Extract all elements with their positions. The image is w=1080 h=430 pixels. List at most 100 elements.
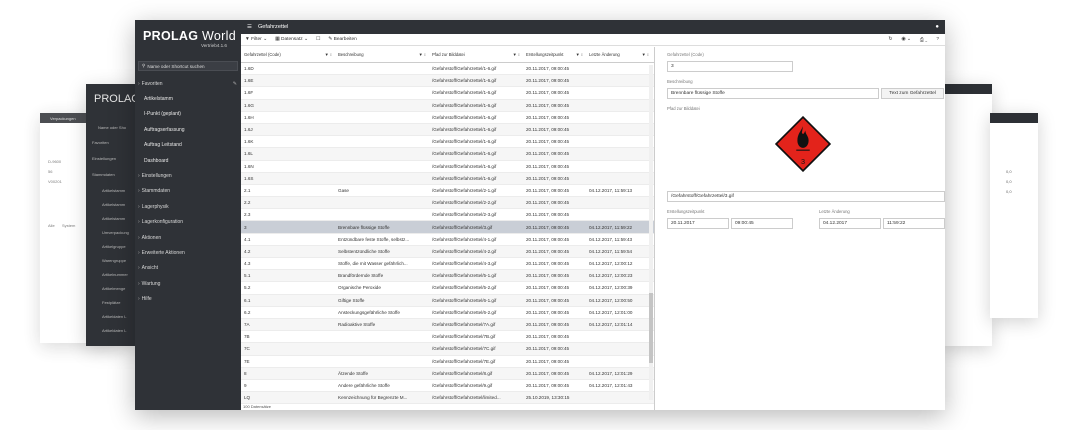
- table-row[interactable]: 4.1 Entzündbare feste Stoffe, selbstz... /…: [241, 234, 654, 246]
- created-time-field[interactable]: 09:00:45: [731, 218, 793, 229]
- table-row[interactable]: 1.6G/Gefahrstoff/Gefahrzettel/1-6.gif 20.…: [241, 99, 654, 112]
- app-version: Vertrieb4.1.6: [200, 43, 227, 48]
- table-row[interactable]: 4.2 Selbstentzündliche Stoffe/Gefahrstoff…: [241, 245, 654, 258]
- table-cell: 2.1: [244, 187, 251, 193]
- sidebar-item[interactable]: › Favoriten ✎: [135, 76, 241, 91]
- sidebar-item[interactable]: I-Punkt (geplant): [135, 107, 241, 122]
- checkbox-icon[interactable]: ☐: [316, 37, 320, 42]
- table-row[interactable]: 7B/Gefahrstoff/Gefahrzettel/7B.gif 20.11.…: [241, 331, 654, 344]
- sidebar-item[interactable]: Auftrag Leitstand: [135, 138, 241, 153]
- table-row[interactable]: 2.1 Gase/Gefahrstoff/Gefahrzettel/2-1.gif…: [241, 185, 654, 198]
- table-row[interactable]: 1.6J/Gefahrstoff/Gefahrzettel/1-6.gif 20.…: [241, 123, 654, 137]
- column-header[interactable]: Pfad zur Bilddatei ▼ ↕: [429, 47, 523, 62]
- app-logo: PROLAG World: [143, 29, 236, 43]
- table-row[interactable]: 8 Ätzende Stoffe/Gefahrstoff/Gefahrzettel…: [241, 367, 654, 380]
- edit-icon[interactable]: ✎: [233, 81, 237, 87]
- refresh-icon[interactable]: ↻: [888, 37, 892, 43]
- table-row[interactable]: 1.6E/Gefahrstoff/Gefahrzettel/1-6.gif 20.…: [241, 75, 654, 88]
- table-cell: Brennbare flüssige Stoffe: [338, 224, 390, 230]
- sidebar-item[interactable]: Dashboard: [135, 153, 241, 168]
- table-cell: /Gefahrstoff/Gefahrzettel/2-3.gif: [432, 212, 497, 218]
- sidebar-item[interactable]: › Einstellungen: [135, 168, 241, 183]
- scrollbar-thumb[interactable]: [649, 293, 653, 363]
- table-row[interactable]: 1.6D/Gefahrstoff/Gefahrzettel/1-6.gif 20.…: [241, 63, 654, 76]
- table-row[interactable]: 3 Brennbare flüssige Stoffe/Gefahrstoff/G…: [241, 221, 654, 234]
- table-row[interactable]: 6.1 Giftige Stoffe/Gefahrstoff/Gefahrzett…: [241, 294, 654, 307]
- filter-sort-icon[interactable]: ▼ ↕: [419, 52, 426, 57]
- sidebar-item[interactable]: › Ansicht: [135, 261, 241, 276]
- description-field[interactable]: Brennbare flüssige Stoffe: [667, 88, 879, 99]
- sidebar-item[interactable]: › Aktionen: [135, 230, 241, 245]
- background-window-title: Verpackungen: [50, 116, 76, 121]
- table-cell: /Gefahrstoff/Gefahrzettel/1-6.gif: [432, 175, 497, 181]
- table-row[interactable]: 1.6S/Gefahrstoff/Gefahrzettel/1-6.gif 20.…: [241, 172, 654, 185]
- sidebar-item[interactable]: › Lagerkonfiguration: [135, 215, 241, 230]
- sidebar-item[interactable]: › Lagerphysik: [135, 199, 241, 214]
- table-row[interactable]: 4.3 Stoffe, die mit Wasser gefährlich... /…: [241, 258, 654, 271]
- column-header[interactable]: Beschreibung ▼ ↕: [335, 47, 429, 62]
- table-cell: [335, 87, 429, 98]
- filter-sort-icon[interactable]: ▼ ↕: [513, 52, 520, 57]
- bearbeiten-button[interactable]: ✎ Bearbeiten: [328, 37, 357, 42]
- table-row[interactable]: 5.1 Brandfördernde Stoffe/Gefahrstoff/Gef…: [241, 270, 654, 283]
- column-header-label: Erstellungszeitpunkt: [526, 52, 564, 57]
- table-cell: /Gefahrstoff/Gefahrzettel/6-2.gif: [432, 309, 497, 315]
- sidebar-item-label: Aktionen: [141, 234, 162, 241]
- sidebar-item-label: Stammdaten: [141, 188, 171, 195]
- sidebar-item[interactable]: › Stammdaten: [135, 184, 241, 199]
- sidebar-item-label: Wartung: [141, 280, 161, 287]
- sidebar-item[interactable]: Artikelstamm: [135, 91, 241, 106]
- table-row[interactable]: 2.2/Gefahrstoff/Gefahrzettel/2-2.gif 20.1…: [241, 197, 654, 210]
- logo-bold: PROLAG: [143, 29, 199, 43]
- table-row[interactable]: 1.6L/Gefahrstoff/Gefahrzettel/1-6.gif 20.…: [241, 148, 654, 161]
- table-cell: 1.6K: [244, 139, 254, 145]
- table-cell: 3: [244, 224, 247, 230]
- print-icon[interactable]: ⎙ ⌄: [920, 37, 927, 43]
- flame-base: [796, 149, 810, 151]
- filter-sort-icon[interactable]: ▼ ↕: [576, 52, 583, 57]
- datensatz-button[interactable]: ▦ Datensatz ⌄: [275, 37, 308, 42]
- table-cell: 1.6J: [244, 127, 253, 133]
- sidebar-item[interactable]: › Hilfe: [135, 291, 241, 306]
- table-cell: 04.12.2017, 12:01:29: [589, 370, 633, 376]
- changed-date-field[interactable]: 04.12.2017: [819, 218, 881, 229]
- table-row[interactable]: 9 Andere gefährliche Stoffe/Gefahrstoff/G…: [241, 380, 654, 393]
- table-row[interactable]: LQ Kennzeichnung für Begrenzte M... /Gefah…: [241, 392, 654, 405]
- view-icon[interactable]: ◉ ⌄: [901, 37, 911, 43]
- code-field[interactable]: 3: [667, 61, 793, 72]
- column-header-label: Letzte Änderung: [589, 52, 620, 57]
- column-header[interactable]: Gefahrzettel (Code) ▼ ↕: [241, 47, 335, 62]
- help-icon[interactable]: ?: [936, 37, 939, 43]
- filter-sort-icon[interactable]: ▼ ↕: [325, 52, 332, 57]
- table-row[interactable]: 1.6F/Gefahrstoff/Gefahrzettel/1-6.gif 20.…: [241, 87, 654, 100]
- table-row[interactable]: 5.2 Organische Peroxide/Gefahrstoff/Gefah…: [241, 282, 654, 295]
- table-row[interactable]: 1.6H/Gefahrstoff/Gefahrzettel/1-6.gif 20.…: [241, 112, 654, 124]
- filter-button[interactable]: ▼ Filter ⌄: [245, 37, 267, 42]
- data-grid: Gefahrzettel (Code) ▼ ↕ Beschreibung ▼ ↕ P…: [241, 47, 655, 410]
- grid-scrollbar[interactable]: [649, 65, 653, 400]
- table-row[interactable]: 7A Radioaktive Stoffe/Gefahrstoff/Gefahrz…: [241, 318, 654, 332]
- text-zum-gefahrzettel-button[interactable]: Text zum Gefahrzettel: [881, 88, 944, 99]
- menu-icon[interactable]: ☰: [247, 24, 252, 30]
- created-date-field[interactable]: 20.11.2017: [667, 218, 729, 229]
- table-row[interactable]: 6.2 Ansteckungsgefährliche Stoffe/Gefahrs…: [241, 307, 654, 319]
- background-item: Artikeldaten L: [102, 314, 127, 319]
- table-row[interactable]: 1.6N/Gefahrstoff/Gefahrzettel/1-6.gif 20.…: [241, 161, 654, 173]
- column-header[interactable]: Letzte Änderung ▼ ↕: [586, 47, 652, 62]
- created-label: Erstellungszeitpunkt: [667, 209, 705, 214]
- user-icon[interactable]: ●: [935, 24, 939, 30]
- sidebar-search-input[interactable]: ⚲ Name oder Shortcut suchen: [138, 61, 238, 71]
- table-row[interactable]: 1.6K/Gefahrstoff/Gefahrzettel/1-6.gif 20.…: [241, 136, 654, 149]
- filter-sort-icon[interactable]: ▼ ↕: [642, 52, 649, 57]
- table-row[interactable]: 7E/Gefahrstoff/Gefahrzettel/7E.gif 20.11.…: [241, 356, 654, 368]
- table-row[interactable]: 2.3/Gefahrstoff/Gefahrzettel/2-3.gif 20.1…: [241, 209, 654, 222]
- table-cell: 7B: [244, 334, 250, 340]
- table-cell: 20.11.2017, 09:00:45: [526, 261, 570, 267]
- column-header[interactable]: Erstellungszeitpunkt ▼ ↕: [523, 47, 586, 62]
- sidebar-item[interactable]: › Wartung: [135, 276, 241, 291]
- changed-time-field[interactable]: 11:59:22: [883, 218, 945, 229]
- sidebar-item[interactable]: Auftragserfassung: [135, 122, 241, 137]
- path-field[interactable]: /Gefahrstoff/Gefahrzettel/3.gif: [667, 191, 945, 202]
- table-row[interactable]: 7C/Gefahrstoff/Gefahrzettel/7C.gif 20.11.…: [241, 343, 654, 356]
- sidebar-item[interactable]: › Erweiterte Aktionen: [135, 245, 241, 260]
